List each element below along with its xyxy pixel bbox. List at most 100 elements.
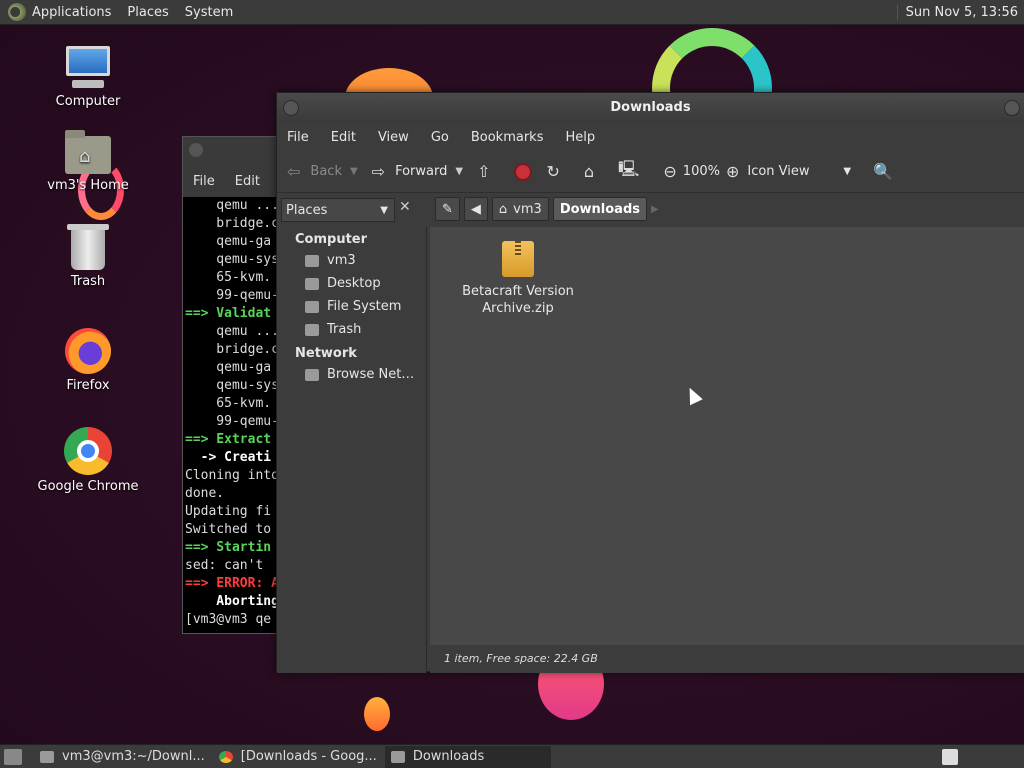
distro-logo-icon[interactable]: [8, 3, 26, 21]
terminal-line: qemu-sys: [185, 378, 279, 393]
desktop-icon-home[interactable]: ⌂ vm3's Home: [33, 130, 143, 193]
show-desktop-icon[interactable]: [4, 748, 22, 765]
taskbar-item-terminal[interactable]: vm3@vm3:~/Downl...: [34, 746, 211, 768]
zoom-level[interactable]: 100%: [683, 164, 720, 179]
zoom-in-button[interactable]: ⊕: [726, 162, 739, 181]
sidebar-item-vm3[interactable]: vm3: [277, 249, 426, 272]
network-icon: [305, 368, 319, 381]
home-folder-icon: ⌂: [65, 130, 111, 174]
workspace-switcher-icon[interactable]: [942, 748, 958, 765]
forward-history-dropdown-icon[interactable]: ▼: [455, 166, 463, 177]
forward-button[interactable]: ⇨ Forward: [372, 162, 448, 181]
menubar: File Edit View Go Bookmarks Help: [277, 123, 1024, 151]
back-button[interactable]: ⇦ Back: [287, 162, 342, 181]
file-view[interactable]: Betacraft Version Archive.zip: [430, 227, 1024, 645]
up-button[interactable]: ⇧: [477, 162, 500, 181]
taskbar-item-chrome[interactable]: [Downloads - Goog...: [213, 746, 383, 768]
menu-bookmarks[interactable]: Bookmarks: [471, 130, 544, 145]
terminal-icon: [40, 750, 54, 763]
terminal-line: ==> Extract: [185, 432, 272, 447]
sidebar-item-file-system[interactable]: File System: [277, 295, 426, 318]
sidebar-item-desktop[interactable]: Desktop: [277, 272, 426, 295]
search-icon: 🔍: [873, 162, 893, 181]
menu-go[interactable]: Go: [431, 130, 449, 145]
window-control-icon[interactable]: [1004, 100, 1020, 116]
system-menu[interactable]: System: [185, 5, 233, 20]
bottom-panel: vm3@vm3:~/Downl... [Downloads - Goog... …: [0, 744, 1024, 768]
terminal-titlebar[interactable]: [183, 137, 291, 165]
sidebar-section-computer: Computer: [295, 232, 368, 247]
drive-icon: [305, 300, 319, 313]
status-bar: 1 item, Free space: 22.4 GB: [430, 645, 1024, 673]
chrome-icon: [64, 427, 112, 475]
terminal-line: Switched to: [185, 522, 272, 537]
back-history-dropdown-icon[interactable]: ▼: [350, 166, 358, 177]
trash-icon: [67, 224, 109, 270]
home-button[interactable]: ⌂: [584, 162, 604, 181]
desktop-icon-label: Google Chrome: [37, 479, 139, 494]
terminal-line: ==> Startin: [185, 540, 272, 555]
desktop-icon-chrome[interactable]: Google Chrome: [33, 427, 143, 494]
terminal-line: -> Creati: [185, 450, 272, 465]
menu-help[interactable]: Help: [565, 130, 595, 145]
window-titlebar[interactable]: Downloads: [277, 93, 1024, 123]
terminal-output[interactable]: qemu ... bridge.c qemu-ga qemu-sys 65-kv…: [183, 197, 291, 629]
wallpaper-small-blob: [364, 697, 390, 731]
close-sidebar-icon[interactable]: ✕: [399, 199, 411, 215]
taskbar-item-downloads[interactable]: Downloads: [384, 745, 551, 768]
places-menu[interactable]: Places: [127, 5, 168, 20]
path-scroll-right-icon[interactable]: ▶: [651, 204, 659, 215]
chevron-down-icon: ▼: [380, 204, 388, 216]
computer-button[interactable]: 🖳: [618, 158, 649, 185]
menu-file[interactable]: File: [287, 130, 309, 145]
terminal-menu-edit[interactable]: Edit: [235, 174, 260, 189]
zip-archive-icon: [502, 241, 534, 277]
breadcrumb-downloads[interactable]: Downloads: [552, 197, 648, 221]
reload-button[interactable]: ↻: [546, 162, 569, 181]
file-manager-window[interactable]: Downloads File Edit View Go Bookmarks He…: [276, 92, 1024, 673]
menu-view[interactable]: View: [378, 130, 409, 145]
sidebar-item-browse-network[interactable]: Browse Net…: [277, 363, 426, 386]
search-button[interactable]: 🔍: [873, 162, 903, 181]
breadcrumb-vm3[interactable]: ⌂ vm3: [491, 197, 549, 221]
desktop-icon-computer[interactable]: Computer: [33, 46, 143, 109]
sidebar-type-select[interactable]: Places ▼: [281, 198, 395, 222]
file-item[interactable]: Betacraft Version Archive.zip: [458, 241, 578, 317]
window-menu-icon[interactable]: [283, 100, 299, 116]
window-menu-icon[interactable]: [189, 143, 203, 157]
desktop-icon-firefox[interactable]: Firefox: [33, 328, 143, 393]
desktop-icon-label: Computer: [55, 94, 121, 109]
menu-edit[interactable]: Edit: [331, 130, 356, 145]
breadcrumb: ✎ ◀ ⌂ vm3 Downloads ▶: [435, 197, 659, 221]
toolbar: ⇦ Back ▼ ⇨ Forward ▼ ⇧ ↻ ⌂ 🖳 ⊖ 100% ⊕ Ic…: [277, 151, 1024, 193]
path-scroll-left-button[interactable]: ◀: [463, 197, 488, 221]
terminal-line: 65-kvm.: [185, 396, 272, 411]
terminal-line: 99-qemu-: [185, 414, 279, 429]
terminal-menu-file[interactable]: File: [193, 174, 215, 189]
terminal-line: qemu-ga: [185, 360, 272, 375]
window-title: Downloads: [610, 100, 691, 115]
terminal-menubar: File Edit: [183, 165, 291, 197]
desktop-icon-label: Firefox: [66, 378, 110, 393]
desktop-icon-label: vm3's Home: [47, 178, 129, 193]
home-icon: ⌂: [583, 162, 595, 181]
computer-icon: [64, 46, 112, 90]
view-mode-select[interactable]: Icon View ▼: [747, 164, 851, 179]
terminal-line: bridge.c: [185, 216, 279, 231]
reload-icon: ↻: [546, 162, 560, 181]
terminal-line: ==> ERROR: A: [185, 576, 279, 591]
stop-button[interactable]: [514, 162, 533, 181]
sidebar-item-trash[interactable]: Trash: [277, 318, 426, 341]
clock[interactable]: Sun Nov 5, 13:56: [896, 4, 1018, 20]
terminal-line: qemu ...: [185, 198, 279, 213]
applications-menu[interactable]: Applications: [32, 5, 111, 20]
terminal-line: done.: [185, 486, 225, 501]
file-name: Betacraft Version Archive.zip: [462, 284, 574, 316]
zoom-out-button[interactable]: ⊖: [663, 162, 676, 181]
location-bar: Places ▼ ✕ ✎ ◀ ⌂ vm3 Downloads ▶: [277, 193, 1024, 227]
top-panel: Applications Places System Sun Nov 5, 13…: [0, 0, 1024, 25]
terminal-line: [vm3@vm3 qe: [185, 612, 272, 627]
toggle-location-entry-button[interactable]: ✎: [435, 197, 460, 221]
terminal-line: qemu ...: [185, 324, 279, 339]
desktop-icon-trash[interactable]: Trash: [33, 224, 143, 289]
